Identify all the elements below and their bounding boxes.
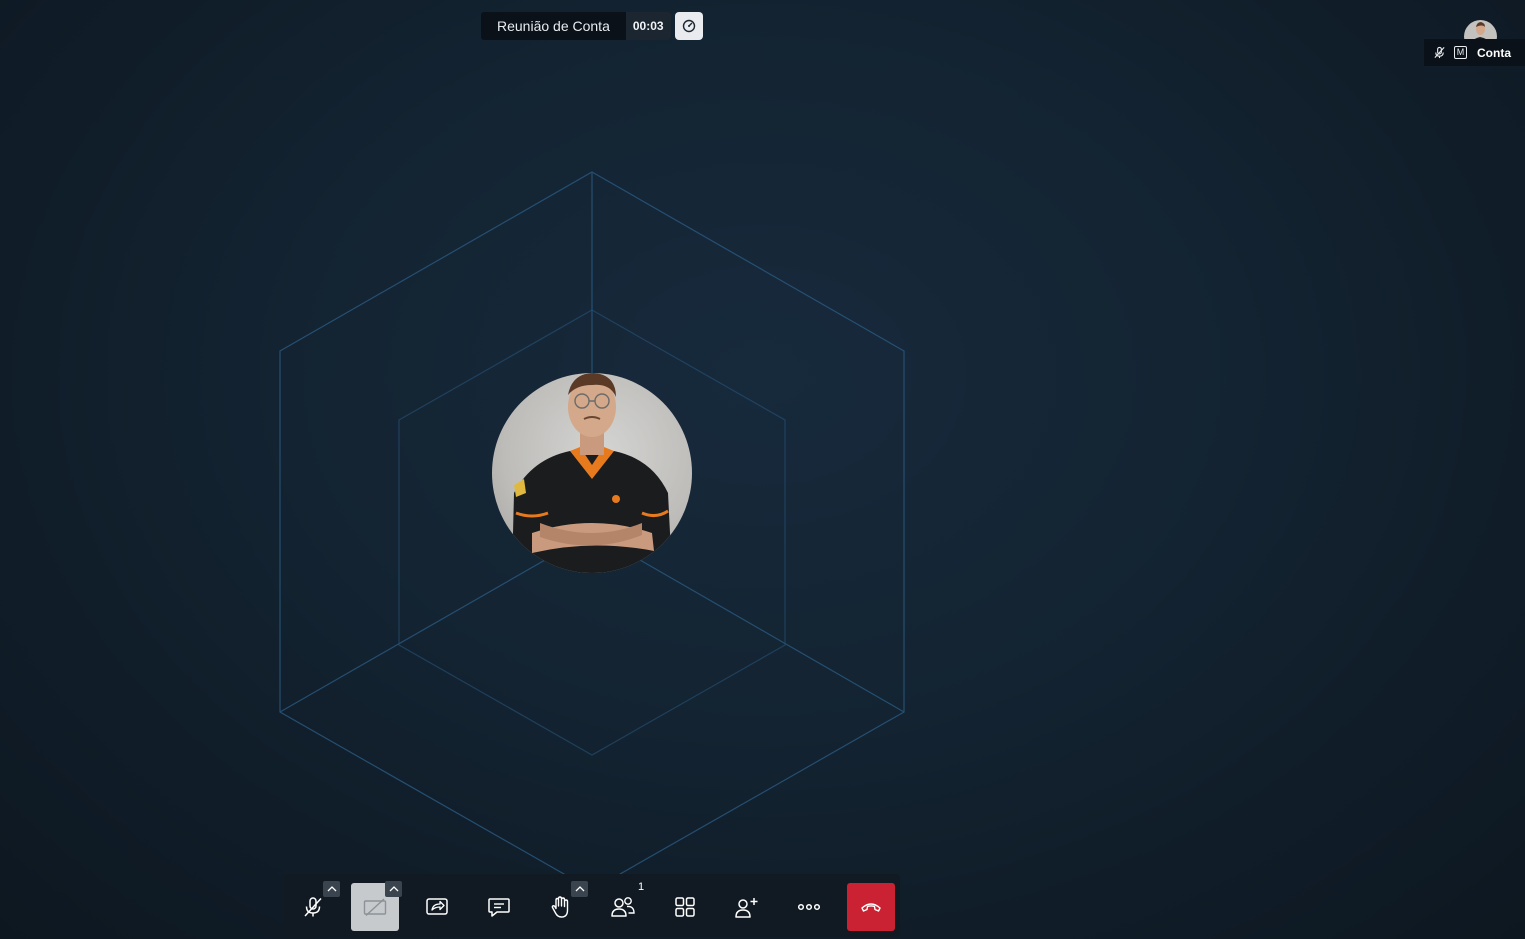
participant-avatar bbox=[492, 373, 692, 573]
chevron-up-icon bbox=[327, 886, 336, 892]
hangup-icon bbox=[861, 903, 881, 912]
tile-view-icon bbox=[675, 897, 695, 917]
meeting-timer: 00:03 bbox=[625, 12, 671, 40]
camera-off-icon bbox=[363, 898, 387, 917]
microphone-muted-icon bbox=[1434, 46, 1445, 59]
meeting-title-box: Reunião de Conta 00:03 bbox=[481, 12, 671, 40]
hangup-button[interactable] bbox=[847, 883, 895, 931]
meeting-info-bar: Reunião de Conta 00:03 bbox=[481, 12, 703, 40]
chevron-up-icon bbox=[389, 886, 398, 892]
raised-hand-icon bbox=[551, 896, 569, 918]
invite-people-button[interactable] bbox=[723, 883, 771, 931]
share-screen-icon bbox=[426, 898, 448, 915]
chat-icon bbox=[488, 898, 510, 917]
self-display-name: Conta bbox=[1477, 45, 1511, 60]
tile-view-button[interactable] bbox=[661, 883, 709, 931]
reactions-chevron[interactable] bbox=[571, 881, 588, 897]
moderator-badge: M bbox=[1454, 46, 1467, 59]
video-settings-chevron[interactable] bbox=[385, 881, 402, 897]
participants-count-badge: 1 bbox=[638, 881, 645, 893]
chat-button[interactable] bbox=[475, 883, 523, 931]
speaker-stats-button[interactable] bbox=[674, 12, 703, 40]
add-person-icon bbox=[735, 898, 758, 918]
microphone-muted-icon bbox=[304, 897, 322, 917]
audio-settings-chevron[interactable] bbox=[323, 881, 340, 897]
toolbox: 1 bbox=[284, 874, 900, 937]
local-video-thumbnail[interactable]: M Conta bbox=[1424, 0, 1525, 67]
hexagon-decoration bbox=[279, 171, 905, 891]
self-label-bar: M Conta bbox=[1424, 39, 1525, 66]
share-screen-button[interactable] bbox=[413, 883, 461, 931]
meeting-title: Reunião de Conta bbox=[497, 18, 610, 34]
more-horizontal-icon bbox=[797, 903, 821, 911]
participants-icon bbox=[611, 897, 635, 917]
more-actions-button[interactable] bbox=[785, 883, 833, 931]
chevron-up-icon bbox=[575, 886, 584, 892]
gauge-icon bbox=[682, 19, 695, 33]
